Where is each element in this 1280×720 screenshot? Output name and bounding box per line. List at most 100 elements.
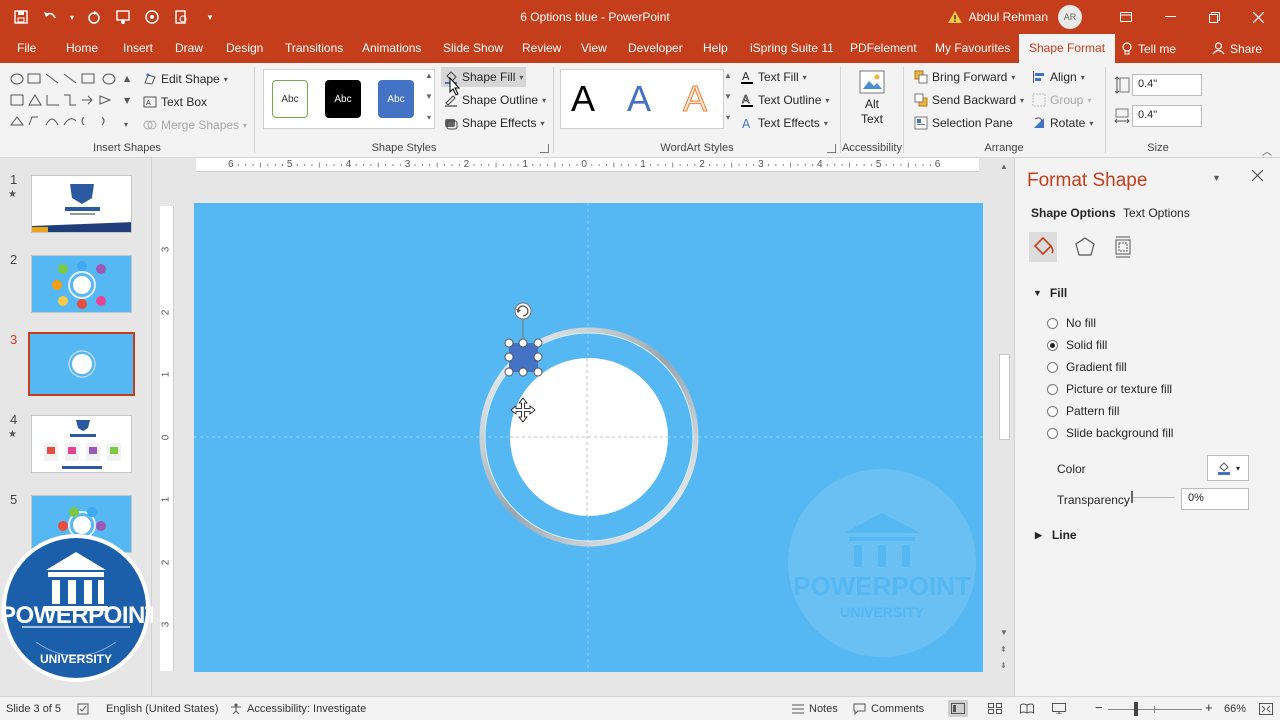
fill-line-tab[interactable] [1029, 232, 1057, 262]
customize-qat-icon[interactable]: ▾ [199, 6, 221, 28]
tab-ispring-suite[interactable]: iSpring Suite 11 [750, 34, 834, 63]
collapse-ribbon-icon[interactable]: ︿ [1262, 143, 1272, 158]
shapes-gallery[interactable]: ▲ ▼ ▾ [6, 69, 134, 131]
zoom-in-icon[interactable]: + [1205, 700, 1213, 715]
tab-review[interactable]: Review [522, 34, 561, 63]
redo-icon[interactable] [83, 6, 105, 28]
shape-height-input[interactable]: 0.4" [1132, 74, 1202, 96]
style-fill-black[interactable]: Abc [325, 80, 361, 118]
bring-forward-button[interactable]: Bring Forward ▾ [914, 67, 1015, 87]
effects-tab[interactable] [1071, 232, 1099, 262]
send-backward-button[interactable]: Send Backward ▾ [914, 90, 1024, 110]
fit-to-window-button[interactable] [1259, 703, 1273, 715]
style-outline-green[interactable]: Abc [272, 80, 308, 118]
language-indicator[interactable]: English (United States) [106, 703, 219, 715]
radio-gradient-fill[interactable]: Gradient fill [1047, 360, 1127, 374]
style-fill-blue[interactable]: Abc [378, 80, 414, 118]
wordart-style-blue[interactable]: A [627, 78, 651, 120]
previous-slide-icon[interactable]: ⇞ [1000, 645, 1007, 654]
scrollbar-thumb[interactable] [999, 354, 1010, 440]
wordart-style-orange[interactable]: A [682, 78, 707, 120]
tab-slide-show[interactable]: Slide Show [443, 34, 503, 63]
slide-thumbnail-1[interactable] [31, 175, 132, 233]
ribbon-display-options-button[interactable] [1104, 0, 1148, 34]
radio-slide-background-fill[interactable]: Slide background fill [1047, 426, 1173, 440]
close-pane-icon[interactable] [1252, 170, 1263, 181]
reading-view-button[interactable] [1020, 703, 1034, 714]
align-button[interactable]: Align ▾ [1032, 67, 1085, 87]
fill-section-header[interactable]: ▼ Fill [1033, 286, 1067, 300]
share-button[interactable]: Share [1212, 34, 1262, 63]
slide-thumbnail-3[interactable] [28, 332, 135, 396]
rotate-handle-icon[interactable] [514, 302, 532, 320]
undo-icon[interactable] [39, 6, 61, 28]
shape-width-input[interactable]: 0.4" [1132, 105, 1202, 127]
spelling-icon[interactable] [77, 703, 89, 715]
tab-design[interactable]: Design [226, 34, 263, 63]
next-slide-icon[interactable]: ⇟ [1000, 661, 1007, 670]
transparency-slider-thumb[interactable] [1131, 491, 1133, 503]
tab-home[interactable]: Home [66, 34, 98, 63]
zoom-slider-thumb[interactable] [1134, 702, 1138, 716]
zoom-slider[interactable] [1108, 709, 1202, 710]
touch-mode-icon[interactable] [141, 6, 163, 28]
transparency-input[interactable]: 0% [1181, 488, 1249, 510]
tab-transitions[interactable]: Transitions [285, 34, 343, 63]
tab-insert[interactable]: Insert [123, 34, 153, 63]
line-section-header[interactable]: ▶ Line [1035, 528, 1077, 542]
vertical-scrollbar[interactable]: ▲ ▼ ⇞ ⇟ [997, 158, 1013, 696]
styles-gallery-scroll[interactable]: ▲ ▼ ▾ [423, 71, 435, 122]
text-fill-button[interactable]: A Text Fill ▾ [740, 67, 807, 87]
edit-shape-button[interactable]: Edit Shape ▾ [143, 69, 228, 89]
slide-canvas[interactable]: POWERPOINT UNIVERSITY [194, 203, 983, 672]
color-picker-button[interactable]: ▾ [1207, 455, 1249, 481]
scroll-up-icon[interactable]: ▲ [1000, 162, 1008, 171]
wordart-style-black[interactable]: A [571, 78, 595, 120]
notes-button[interactable]: Notes [792, 703, 838, 715]
warning-icon[interactable] [947, 10, 963, 24]
accessibility-checker[interactable]: Accessibility: Investigate [230, 703, 366, 715]
text-effects-button[interactable]: A Text Effects ▾ [740, 113, 828, 133]
pane-options-icon[interactable]: ▾ [1214, 173, 1219, 184]
avatar[interactable]: AR [1058, 5, 1082, 29]
slide-sorter-view-button[interactable] [988, 703, 1002, 714]
tab-view[interactable]: View [581, 34, 607, 63]
user-name[interactable]: Abdul Rehman [969, 10, 1048, 24]
tab-developer[interactable]: Developer [628, 34, 683, 63]
zoom-out-icon[interactable]: − [1095, 700, 1103, 715]
rotate-button[interactable]: Rotate ▾ [1032, 113, 1093, 133]
tab-shape-options[interactable]: Shape Options [1031, 206, 1116, 220]
shape-styles-dialog-launcher[interactable] [540, 144, 549, 153]
selection-pane-button[interactable]: Selection Pane [914, 113, 1013, 133]
scroll-down-icon[interactable]: ▼ [1000, 628, 1008, 637]
radio-picture-fill[interactable]: Picture or texture fill [1047, 382, 1172, 396]
text-box-button[interactable]: A Text Box [143, 92, 207, 112]
alt-text-button[interactable]: Alt Text [855, 69, 889, 127]
comments-button[interactable]: Comments [853, 703, 924, 715]
tab-help[interactable]: Help [703, 34, 728, 63]
radio-no-fill[interactable]: No fill [1047, 316, 1096, 330]
print-preview-icon[interactable] [170, 6, 192, 28]
slide-thumbnail-2[interactable] [31, 255, 132, 313]
size-properties-tab[interactable] [1109, 232, 1137, 262]
tell-me-search[interactable]: Tell me [1122, 34, 1176, 63]
save-icon[interactable] [10, 6, 32, 28]
restore-button[interactable] [1192, 0, 1236, 34]
tab-draw[interactable]: Draw [175, 34, 203, 63]
zoom-level[interactable]: 66% [1224, 703, 1246, 715]
tab-pdfelement[interactable]: PDFelement [850, 34, 917, 63]
slide-show-view-button[interactable] [1052, 703, 1066, 714]
dropdown-caret-icon[interactable]: ▾ [68, 6, 76, 28]
transparency-slider[interactable] [1131, 497, 1175, 498]
radio-pattern-fill[interactable]: Pattern fill [1047, 404, 1119, 418]
tab-text-options[interactable]: Text Options [1123, 206, 1190, 220]
tab-shape-format[interactable]: Shape Format [1019, 34, 1116, 63]
minimize-button[interactable] [1148, 0, 1192, 34]
tab-file[interactable]: File [17, 34, 36, 63]
wordart-dialog-launcher[interactable] [827, 144, 836, 153]
radio-solid-fill[interactable]: Solid fill [1047, 338, 1107, 352]
tab-animations[interactable]: Animations [362, 34, 421, 63]
shape-effects-button[interactable]: Shape Effects ▾ [444, 113, 545, 133]
tab-my-favourites[interactable]: My Favourites [935, 34, 1010, 63]
presenter-icon[interactable] [112, 6, 134, 28]
